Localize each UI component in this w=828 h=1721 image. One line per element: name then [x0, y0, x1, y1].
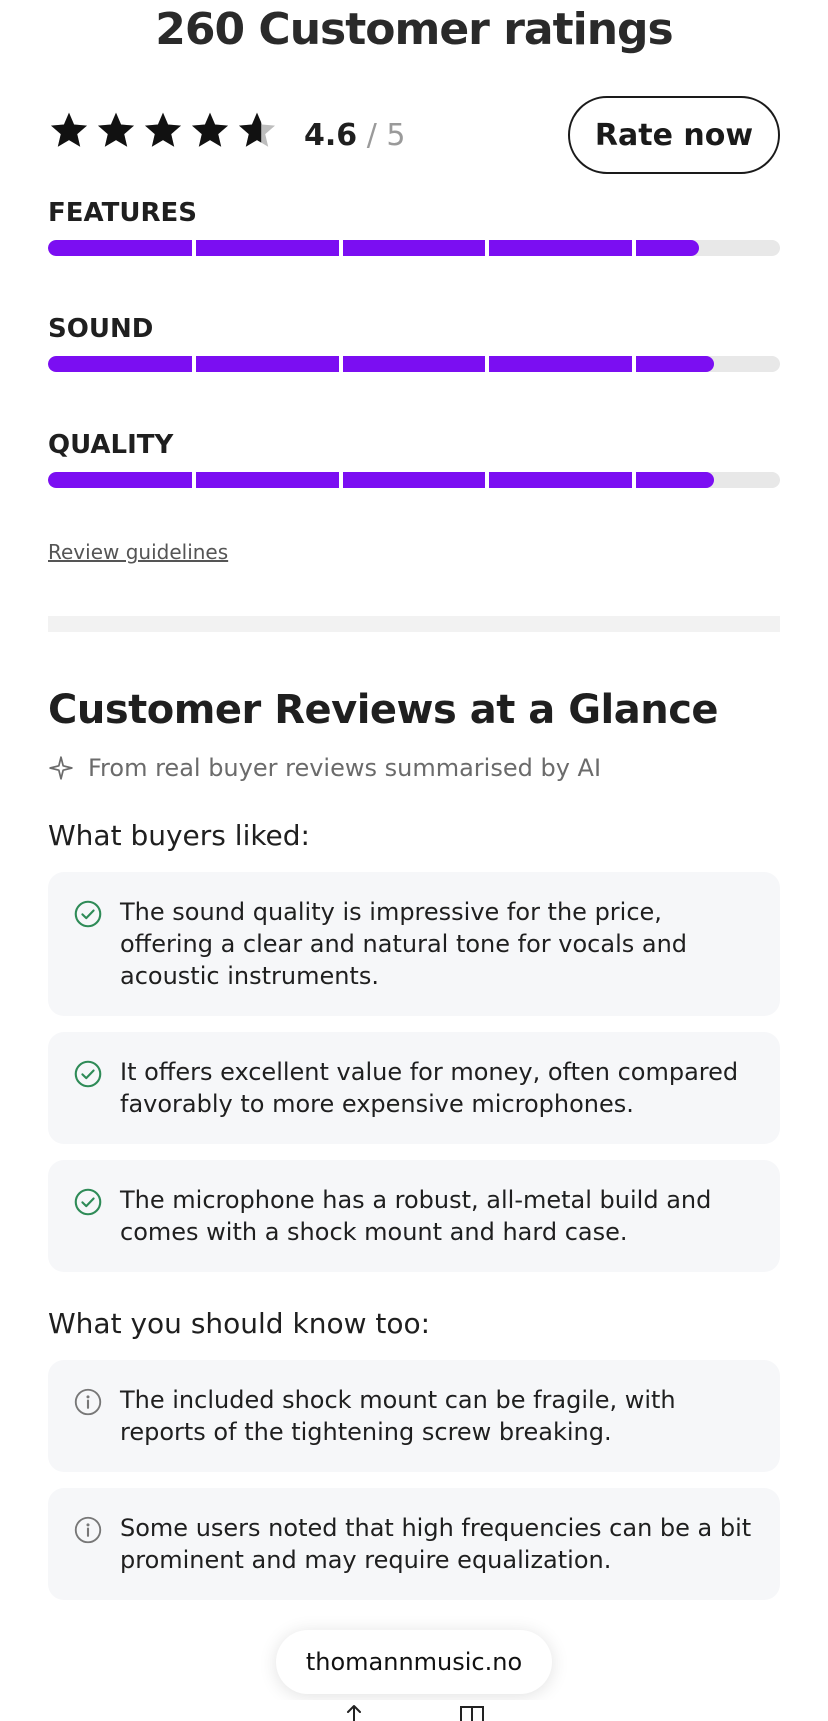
rating-summary: 4.6 / 5 Rate now — [48, 96, 780, 176]
browser-toolbar — [0, 1700, 828, 1721]
rating-bar-label: QUALITY — [48, 430, 174, 460]
know-heading: What you should know too: — [48, 1307, 431, 1340]
star-full-icon — [97, 112, 135, 147]
star-rating — [48, 110, 278, 160]
share-icon[interactable] — [340, 1704, 368, 1721]
rating-bar-separator — [485, 356, 490, 372]
liked-item: It offers excellent value for money, oft… — [48, 1032, 780, 1144]
check-circle-icon — [74, 1188, 102, 1216]
know-item: The included shock mount can be fragile,… — [48, 1360, 780, 1472]
ai-summary-note: From real buyer reviews summarised by AI — [48, 752, 601, 784]
rating-bar-separator — [338, 240, 343, 256]
know-item: Some users noted that high frequencies c… — [48, 1488, 780, 1600]
rating-bar-separator — [192, 356, 197, 372]
rating-bar-separator — [631, 356, 636, 372]
know-item-text: Some users noted that high frequencies c… — [120, 1514, 752, 1574]
sparkle-icon — [49, 756, 73, 780]
review-guidelines-link[interactable]: Review guidelines — [48, 538, 228, 566]
rating-bar-fill — [48, 240, 700, 256]
star-full-icon — [144, 112, 182, 147]
rating-bar-separator — [192, 472, 197, 488]
glance-title: Customer Reviews at a Glance — [48, 687, 719, 733]
rating-bar-separator — [631, 240, 636, 256]
rating-bar-fill — [48, 356, 715, 372]
rate-now-button[interactable]: Rate now — [568, 96, 780, 174]
liked-heading: What buyers liked: — [48, 819, 310, 852]
check-circle-icon — [74, 1060, 102, 1088]
know-item-text: The included shock mount can be fragile,… — [120, 1386, 676, 1446]
rating-bar-label: SOUND — [48, 314, 154, 344]
liked-item-text: The sound quality is impressive for the … — [120, 898, 688, 990]
rating-bar-separator — [192, 240, 197, 256]
ratings-title: 260 Customer ratings — [155, 4, 673, 55]
rating-bar-features: FEATURES — [48, 196, 780, 256]
rating-bar-separator — [338, 356, 343, 372]
info-circle-icon — [74, 1516, 102, 1544]
check-circle-icon — [74, 900, 102, 928]
rating-bar-separator — [485, 240, 490, 256]
rating-score-max: / 5 — [357, 118, 406, 153]
liked-item: The sound quality is impressive for the … — [48, 872, 780, 1016]
liked-item-text: It offers excellent value for money, oft… — [120, 1058, 739, 1118]
rating-bar-sound: SOUND — [48, 312, 780, 372]
section-divider — [48, 616, 780, 632]
info-circle-icon — [74, 1388, 102, 1416]
star-half-icon — [238, 112, 276, 147]
rating-bar-separator — [485, 472, 490, 488]
liked-item-text: The microphone has a robust, all-metal b… — [120, 1186, 712, 1246]
star-full-icon — [50, 112, 88, 147]
rating-bar-track — [48, 472, 780, 488]
liked-item: The microphone has a robust, all-metal b… — [48, 1160, 780, 1272]
rating-bar-quality: QUALITY — [48, 428, 780, 488]
rating-bar-label: FEATURES — [48, 198, 197, 228]
ai-summary-note-text: From real buyer reviews summarised by AI — [88, 754, 602, 782]
rating-bar-separator — [631, 472, 636, 488]
rating-score: 4.6 / 5 — [304, 116, 405, 156]
rating-bar-fill — [48, 472, 715, 488]
rating-bar-track — [48, 356, 780, 372]
bookmarks-icon[interactable] — [458, 1704, 486, 1721]
browser-url-bar[interactable]: thomannmusic.no — [276, 1630, 552, 1694]
rating-bar-track — [48, 240, 780, 256]
rating-bar-separator — [338, 472, 343, 488]
star-full-icon — [191, 112, 229, 147]
rating-score-value: 4.6 — [304, 118, 358, 153]
page: 260 Customer ratings 4.6 / 5 Rate now FE… — [0, 0, 828, 1721]
